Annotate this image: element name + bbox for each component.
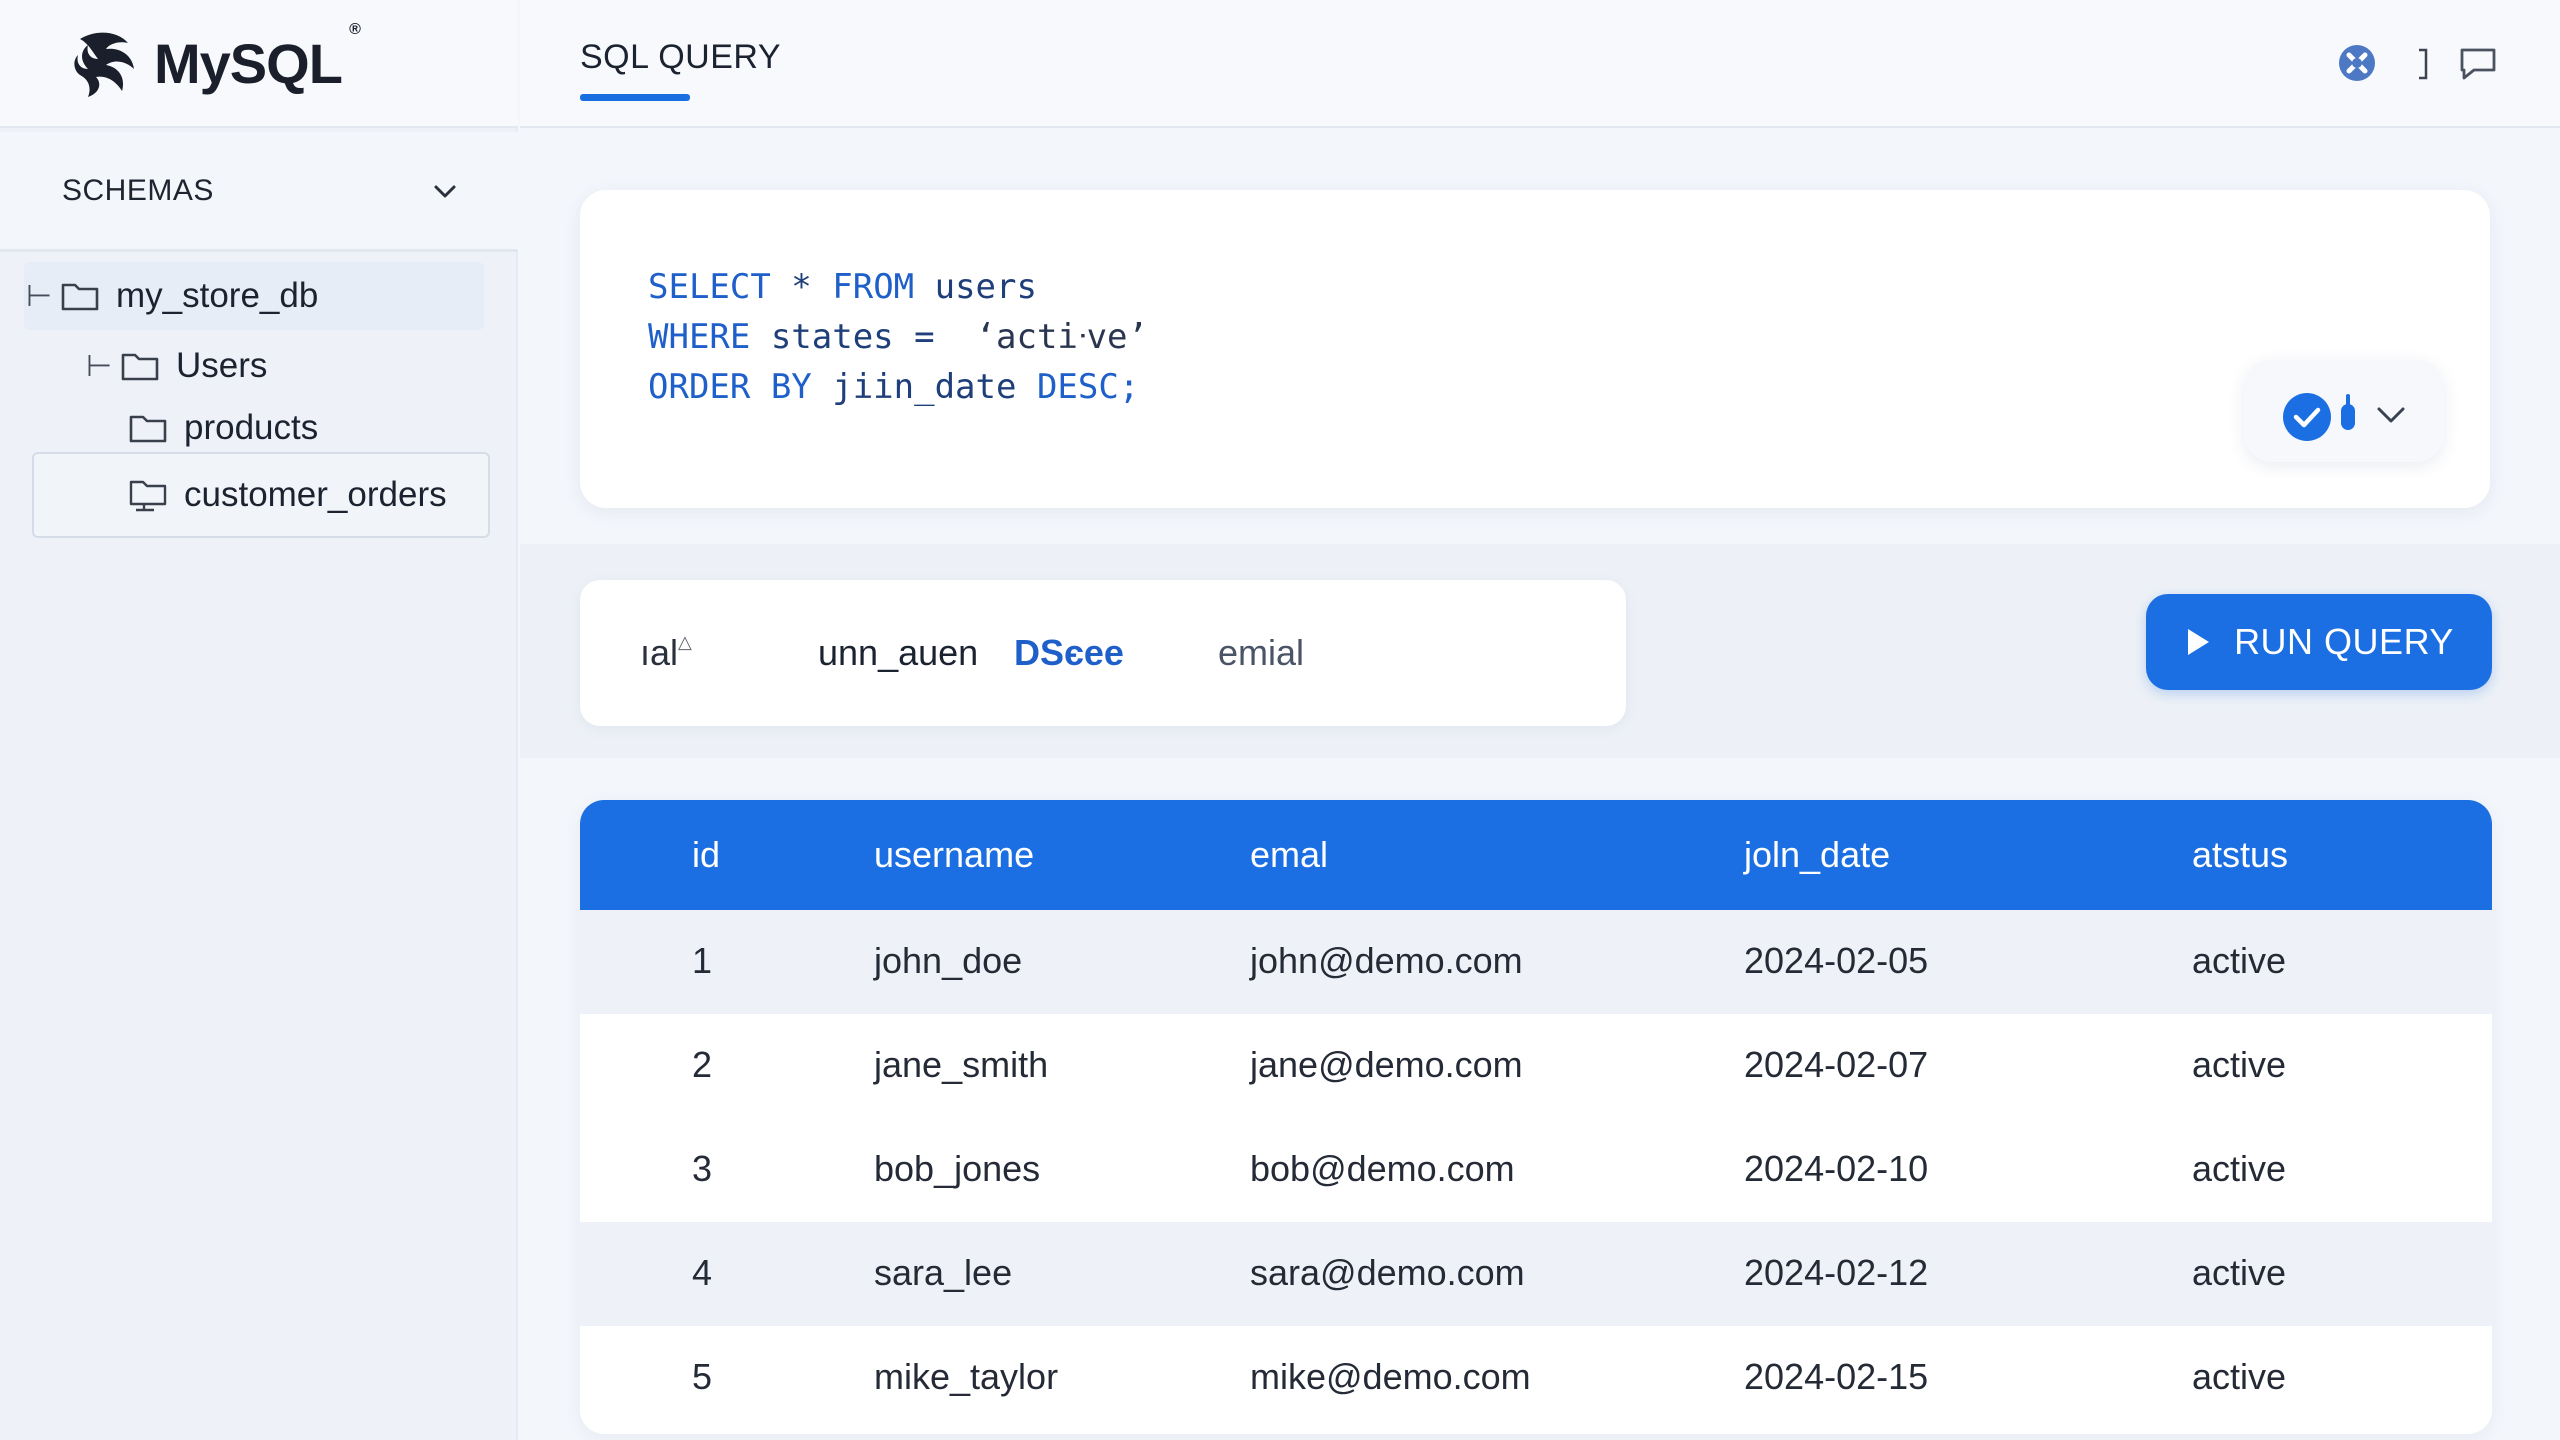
play-icon (2188, 629, 2210, 655)
cell-status: active (2192, 940, 2287, 981)
chevron-down-icon (2377, 407, 2405, 423)
tree-branch-icon: ⊢ (26, 278, 53, 314)
cell-join-date: 2024-02-10 (1744, 1148, 1929, 1189)
tree-item-label: customer_orders (184, 475, 447, 514)
cell-join-date: 2024-02-15 (1744, 1356, 1929, 1397)
cell-username: jane_smith (874, 1044, 1049, 1085)
tab-sql-query[interactable]: SQL QUERY (580, 38, 781, 77)
cell-join-date: 2024-02-12 (1744, 1252, 1929, 1293)
chevron-down-icon (434, 185, 456, 197)
tree-item-label: my_store_db (116, 276, 319, 315)
sort-chip-1[interactable]: ıal△ (640, 632, 692, 674)
tree-item-products[interactable]: products (128, 398, 318, 458)
sort-direction-chip[interactable]: DSєee (1014, 632, 1124, 674)
cell-id: 3 (692, 1148, 713, 1189)
sort-chip-2[interactable]: unn_auen (818, 632, 978, 674)
table-row[interactable]: 3 bob_jones bob@demo.com 2024-02-10 acti… (580, 1118, 2492, 1222)
cell-email: mike@demo.com (1250, 1356, 1531, 1397)
sort-filter-bar: ıal△ unn_auen DSєee emial (580, 580, 1626, 726)
mysql-logo-icon (74, 32, 134, 98)
table-header: id username emal joln_date atstus (580, 800, 2492, 910)
cell-join-date: 2024-02-07 (1744, 1044, 1929, 1085)
cell-username: john_doe (874, 940, 1023, 981)
cell-status: active (2192, 1148, 2287, 1189)
cell-email: john@demo.com (1250, 940, 1523, 981)
run-query-label: RUN QUERY (2234, 621, 2454, 662)
sort-chip-label: ıal (640, 632, 679, 673)
sidebar: MySQL ® SCHEMAS ⊢ my_store_db ⊢ Users pro… (0, 0, 518, 1440)
sql-keyword: ORDER BY (648, 367, 812, 407)
cell-email: jane@demo.com (1250, 1044, 1523, 1085)
sql-keyword: SELECT (648, 267, 771, 307)
folder-icon (121, 353, 159, 381)
table-row[interactable]: 4 sara_lee sara@demo.com 2024-02-12 acti… (580, 1222, 2492, 1326)
cell-id: 4 (692, 1252, 713, 1293)
cell-id: 1 (692, 940, 713, 981)
column-header-join-date[interactable]: joln_date (1744, 834, 1890, 876)
schemas-label: SCHEMAS (62, 173, 214, 207)
sql-text: jiin_date (811, 367, 1037, 407)
comment-icon[interactable] (2456, 44, 2500, 84)
sql-text: states = (750, 317, 976, 357)
sort-triangle-icon: △ (678, 632, 692, 652)
table-row[interactable]: 1 john_doe john@demo.com 2024-02-05 acti… (580, 910, 2492, 1014)
tree-branch-icon: ⊢ (86, 348, 113, 384)
bracket-icon[interactable] (2416, 46, 2430, 82)
check-circle-icon (2283, 393, 2331, 441)
sql-text: users (914, 267, 1037, 307)
tree-item-customer-orders[interactable]: customer_orders (32, 452, 490, 538)
results-table: id username emal joln_date atstus 1 john… (580, 800, 2492, 1434)
logo-bar: MySQL ® (0, 0, 518, 128)
folder-icon (61, 283, 99, 311)
registered-mark: ® (349, 20, 361, 38)
tree-item-label: products (184, 408, 319, 447)
sql-keyword: DESC; (1036, 367, 1140, 407)
cell-status: active (2192, 1356, 2287, 1397)
cell-status: active (2192, 1252, 2287, 1293)
sql-code[interactable]: SELECT * FROM users WHERE states = ‘acti… (648, 262, 1148, 412)
tree-item-users[interactable]: ⊢ Users (86, 336, 267, 396)
cell-id: 5 (692, 1356, 713, 1397)
column-header-id[interactable]: id (692, 834, 720, 876)
active-tab-indicator (580, 94, 690, 101)
cell-username: mike_taylor (874, 1356, 1059, 1397)
cell-email: bob@demo.com (1250, 1148, 1515, 1189)
table-row[interactable]: 5 mike_taylor mike@demo.com 2024-02-15 a… (580, 1326, 2492, 1430)
table-folder-icon (129, 480, 167, 512)
cell-email: sara@demo.com (1250, 1252, 1525, 1293)
top-bar: SQL QUERY (520, 0, 2560, 128)
indicator-icon (2341, 394, 2355, 430)
sql-keyword: WHERE (648, 317, 751, 357)
cell-username: bob_jones (874, 1148, 1041, 1189)
cell-join-date: 2024-02-05 (1744, 940, 1929, 981)
query-status-control[interactable] (2244, 360, 2444, 462)
tree-item-my-store-db[interactable]: ⊢ my_store_db (24, 262, 484, 330)
cell-id: 2 (692, 1044, 713, 1085)
sql-text: * (770, 267, 833, 307)
sql-string: ‘actiᐧve’ (975, 317, 1148, 357)
cell-username: sara_lee (874, 1252, 1013, 1293)
column-header-status[interactable]: atstus (2192, 834, 2288, 876)
tree-item-label: Users (176, 346, 268, 385)
folder-icon (129, 415, 167, 443)
sql-editor[interactable]: SELECT * FROM users WHERE states = ‘acti… (580, 190, 2490, 508)
logo-text: MySQL ® (154, 20, 361, 95)
column-header-username[interactable]: username (874, 834, 1034, 876)
run-query-button[interactable]: RUN QUERY (2146, 594, 2492, 690)
settings-gear-icon[interactable] (2334, 40, 2380, 86)
schemas-dropdown[interactable]: SCHEMAS (0, 132, 518, 252)
table-row[interactable]: 2 jane_smith jane@demo.com 2024-02-07 ac… (580, 1014, 2492, 1118)
column-header-email[interactable]: emal (1250, 834, 1328, 876)
sql-keyword: FROM (832, 267, 915, 307)
sort-chip-4[interactable]: emial (1218, 632, 1304, 674)
cell-status: active (2192, 1044, 2287, 1085)
